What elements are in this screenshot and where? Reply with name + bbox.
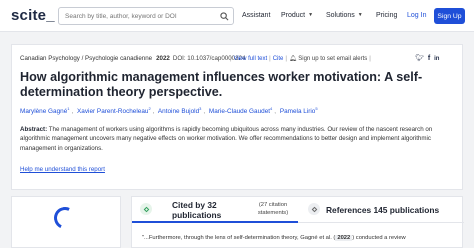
publication-year: 2022: [156, 55, 170, 62]
top-navbar: scite_ Assistant Product▼ Solutions▼ Pri…: [0, 0, 474, 32]
divider: ,: [152, 108, 155, 116]
chevron-down-icon: ▼: [357, 12, 363, 18]
scite-logo[interactable]: scite_: [11, 7, 55, 24]
author-name: Xavier Parent-Rocheleau: [77, 108, 149, 116]
cited-by-count: Cited by 32 publications: [172, 200, 222, 220]
divider: |: [285, 56, 287, 62]
divider: |: [369, 56, 371, 62]
divider: |: [269, 56, 271, 62]
journal-line: Canadian Psychology / Psychologie canadi…: [20, 55, 245, 62]
tab-references[interactable]: References 145 publications: [298, 197, 464, 223]
references-count: References 145 publications: [326, 205, 440, 215]
nav-solutions[interactable]: Solutions ▼: [326, 12, 363, 19]
abstract: Abstract: The management of workers usin…: [20, 125, 450, 153]
loading-panel: [11, 196, 121, 248]
divider: |: [230, 56, 232, 62]
nav-assistant[interactable]: Assistant: [242, 12, 270, 19]
author-affiliation: 2: [148, 106, 151, 111]
nav-solutions-label: Solutions: [326, 12, 355, 19]
paper-card: Canadian Psychology / Psychologie canadi…: [11, 44, 463, 190]
citation-snippet: "...Furthermore, through the lens of sel…: [142, 235, 406, 241]
author-name: Marylène Gagné: [20, 108, 68, 116]
author-link[interactable]: Pamela Lirio5: [279, 106, 318, 116]
help-understand-link[interactable]: Help me understand this report: [20, 166, 105, 173]
author-affiliation: 3: [199, 106, 202, 111]
email-alert-link[interactable]: Sign up to set email alerts: [298, 56, 367, 62]
cite-link[interactable]: Cite: [273, 56, 284, 62]
author-name: Marie-Claude Gaudet: [208, 108, 271, 116]
paper-title: How algorithmic management influences wo…: [20, 70, 423, 99]
search-icon[interactable]: [215, 8, 233, 24]
author-link[interactable]: Marylène Gagné1: [20, 106, 70, 116]
tab-cited-by[interactable]: Cited by 32 publications (27 citation st…: [132, 197, 298, 223]
social-share: 🐦︎ f in: [415, 54, 439, 62]
divider: ,: [203, 108, 206, 116]
author-affiliation: 4: [270, 106, 273, 111]
author-list: Marylène Gagné1, Xavier Parent-Rocheleau…: [20, 106, 318, 115]
snippet-text-end: ) conducted a review: [352, 235, 406, 241]
twitter-icon[interactable]: 🐦︎: [415, 55, 424, 62]
divider: ,: [71, 108, 74, 116]
snippet-year: 2022: [335, 235, 353, 241]
view-full-text-link[interactable]: View full text: [234, 56, 268, 62]
nav-product-label: Product: [281, 12, 306, 19]
journal-name[interactable]: Canadian Psychology / Psychologie canadi…: [20, 55, 152, 62]
author-affiliation: 5: [315, 106, 318, 111]
signup-button[interactable]: Sign Up: [434, 8, 465, 24]
loading-spinner-icon: [50, 203, 80, 233]
login-link[interactable]: Log In: [407, 12, 426, 19]
chevron-down-icon: ▼: [308, 12, 314, 18]
bell-icon[interactable]: 🔔︎: [289, 56, 297, 62]
references-icon: [308, 203, 320, 215]
author-link[interactable]: Antoine Bujold3: [157, 106, 202, 116]
author-affiliation: 1: [67, 106, 70, 111]
divider: ,: [274, 108, 277, 116]
facebook-icon[interactable]: f: [428, 55, 430, 62]
citation-statements-count: (27 citation statements): [257, 202, 289, 216]
author-name: Pamela Lirio: [279, 108, 316, 116]
author-name: Antoine Bujold: [157, 108, 200, 116]
abstract-label: Abstract:: [20, 126, 48, 133]
paper-actions: | View full text | Cite | 🔔︎ Sign up to set e…: [228, 55, 373, 62]
author-link[interactable]: Marie-Claude Gaudet4: [208, 106, 273, 116]
search-box[interactable]: [58, 7, 234, 25]
citations-panel: Cited by 32 publications (27 citation st…: [131, 196, 464, 248]
nav-product[interactable]: Product ▼: [281, 12, 313, 19]
linkedin-icon[interactable]: in: [434, 56, 439, 62]
cited-by-icon: [140, 203, 152, 215]
abstract-text: The management of workers using algorith…: [20, 126, 433, 152]
snippet-text-start: "...Furthermore, through the lens of sel…: [142, 235, 336, 241]
author-link[interactable]: Xavier Parent-Rocheleau2: [77, 106, 151, 116]
search-input[interactable]: [65, 10, 205, 23]
nav-pricing[interactable]: Pricing: [376, 12, 397, 19]
